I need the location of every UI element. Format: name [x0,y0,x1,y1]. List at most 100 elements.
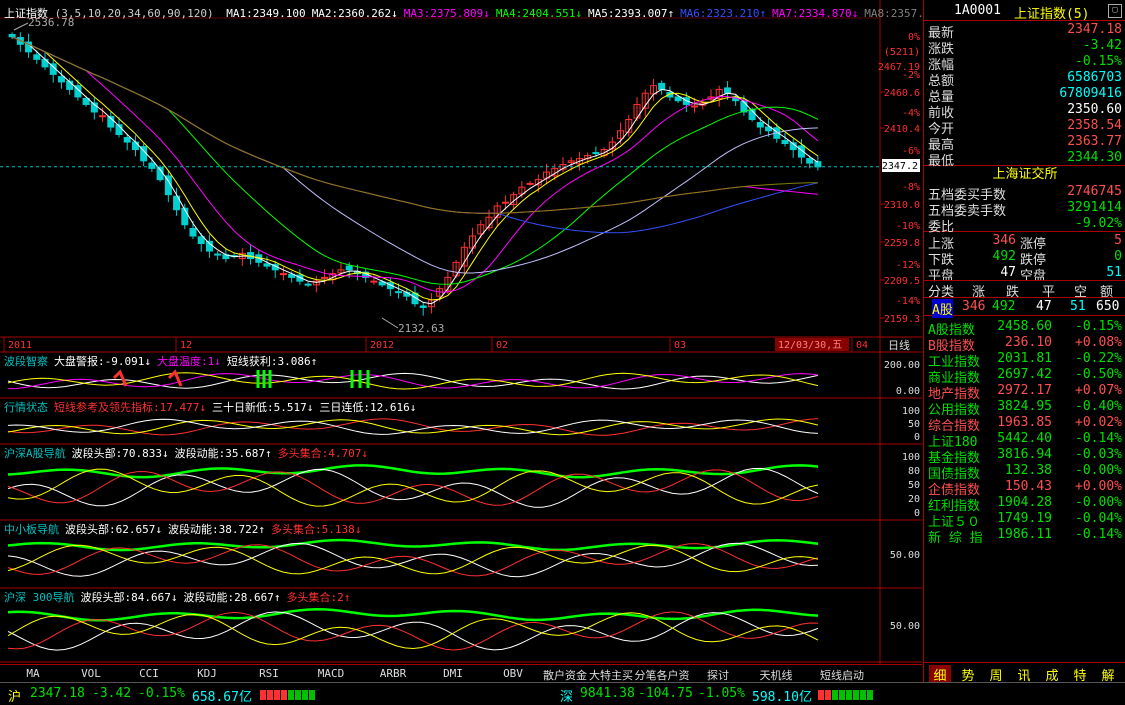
index-value: 2697.42 [997,367,1052,382]
candle-body [33,54,41,60]
candle-body [501,201,509,204]
candle-body [197,236,205,245]
indicator-line [7,372,819,390]
pct-tick: -6% [902,146,920,157]
quote-value: 2358.54 [1067,118,1122,133]
tab-9[interactable]: 散户资金 [542,667,588,683]
candles [8,32,822,316]
axis-top-price: 2467.19 [878,62,920,73]
ma-line-5 [11,36,819,301]
ma-line-120 [11,36,818,214]
indicator-axis-tick: 200.00 [884,360,920,371]
index-row[interactable]: 红利指数 1904.28 -0.00% [924,494,1125,514]
tab-7[interactable]: DMI [424,667,482,680]
index-row[interactable]: B股指数 236.10 +0.08% [924,334,1125,354]
quote-value: 2347.18 [1067,22,1122,37]
index-row[interactable]: 综合指数 1963.85 +0.02% [924,414,1125,434]
tab-5[interactable]: MACD [302,667,360,680]
indicator-line [7,608,819,622]
tab-13[interactable]: 天机线 [748,667,804,683]
index-value: 132.38 [1005,463,1052,478]
quote-value: 67809416 [1059,86,1122,101]
index-row[interactable]: 企债指数 150.43 +0.00% [924,478,1125,498]
index-change: -0.14% [1075,527,1122,542]
index-value: 1986.11 [997,527,1052,542]
tab-3[interactable]: KDJ [178,667,236,680]
breadth-row: 上涨 346 涨停 5 [924,232,1125,252]
candle-body [304,283,312,286]
sh-label: 沪 [8,690,22,705]
candle-body [781,140,789,145]
tab-14[interactable]: 短线启动 [806,667,878,683]
date-tick: 2012 [370,340,394,351]
index-row[interactable]: 公用指数 3824.95 -0.40% [924,398,1125,418]
cursor-date: 12/03/30,五 [778,340,842,351]
index-row[interactable]: 工业指数 2031.81 -0.22% [924,350,1125,370]
tab-8[interactable]: OBV [484,667,542,680]
index-row[interactable]: 上证180 5442.40 -0.14% [924,430,1125,450]
sz-price: 9841.38 [580,686,635,701]
indicator-line [7,464,819,479]
candle-body [419,305,427,308]
index-change: +0.00% [1075,479,1122,494]
ma-legend-item: MA5:2393.007↑ [587,7,675,20]
ashare-label: A股 [932,299,953,318]
tab-4[interactable]: RSI [240,667,298,680]
tab-0[interactable]: MA [4,667,62,680]
pct-tick: -12% [896,260,920,271]
tab-11[interactable]: 分笔各户资 [634,667,690,683]
index-row[interactable]: 上证５０ 1749.19 -0.04% [924,510,1125,530]
date-tick: 2011 [8,340,32,351]
index-row[interactable]: A股指数 2458.60 -0.15% [924,318,1125,338]
candle-body [8,34,16,38]
price-tick: 2259.8 [884,238,920,249]
tab-12[interactable]: 探讨 [690,667,746,683]
index-row[interactable]: 基金指数 3816.94 -0.03% [924,446,1125,466]
period-label: 日线 [888,338,910,352]
index-row[interactable]: 商业指数 2697.42 -0.50% [924,366,1125,386]
index-value: 5442.40 [997,431,1052,446]
indicator-axis-tick: 20 [908,494,920,505]
candle-body [592,152,600,155]
index-change: -0.00% [1075,495,1122,510]
index-change: -0.22% [1075,351,1122,366]
candle-body [526,182,534,185]
ashare-amt: 650 [1096,299,1120,314]
ashare-row[interactable]: A股 346 492 47 51 650 [924,298,1125,318]
tab-2[interactable]: CCI [120,667,178,680]
indicator-title: 沪深A股导航 波段头部:70.833↓ 波段动能:35.687↑ 多头集合:4.707… [4,445,368,461]
indicator-value: 波段头部:62.657↓ [65,523,162,536]
sz-change: -104.75 [638,686,693,701]
index-row[interactable]: 地产指数 2972.17 +0.07% [924,382,1125,402]
current-price-tag: 2347.2 [882,161,918,172]
candle-body [99,115,107,118]
candle-body [814,161,822,168]
indicator-name: 波段智察 [4,355,48,368]
indicator-value: 波段动能:35.687↑ [174,447,272,460]
index-row[interactable]: 国债指数 132.38 -0.00% [924,462,1125,482]
candle-body [131,141,139,151]
tab-6[interactable]: ARBR [364,667,422,680]
price-tick: 2410.4 [884,124,920,135]
candle-body [403,291,411,297]
ashare-empty: 51 [1070,299,1086,314]
indicator-value: 波段头部:70.833↓ [71,447,169,460]
indicator-value: 波段头部:84.667↓ [80,591,178,604]
close-icon[interactable]: ▢ [1108,4,1122,18]
indicator-name: 行情状态 [4,401,48,414]
candle-body [181,207,189,226]
price-tick: 2159.3 [884,314,920,325]
indicator-title: 波段智察 大盘警报:-9.091↓ 大盘温度:1↓ 短线获利:3.086↑ [4,353,317,369]
tab-1[interactable]: VOL [62,667,120,680]
breadth-value: 492 [992,249,1016,264]
index-value: 1963.85 [997,415,1052,430]
quote-row: 前收 2350.60 [924,101,1125,121]
index-row[interactable]: 新 综 指 1986.11 -0.14% [924,526,1125,546]
ma-line-10 [11,36,819,293]
ma-legend-item: MA4:2404.551↓ [495,7,582,20]
index-change: -0.04% [1075,511,1122,526]
quote-value: 2363.77 [1067,134,1122,149]
quote-tab-bar: 细势周讯成特解 [923,662,1125,684]
chart-area[interactable]: 2536.782132.630%-2%-4%-6%-8%-10%-12%-14%… [0,0,922,664]
order-row: 五档委买手数 2746745 [924,183,1125,203]
